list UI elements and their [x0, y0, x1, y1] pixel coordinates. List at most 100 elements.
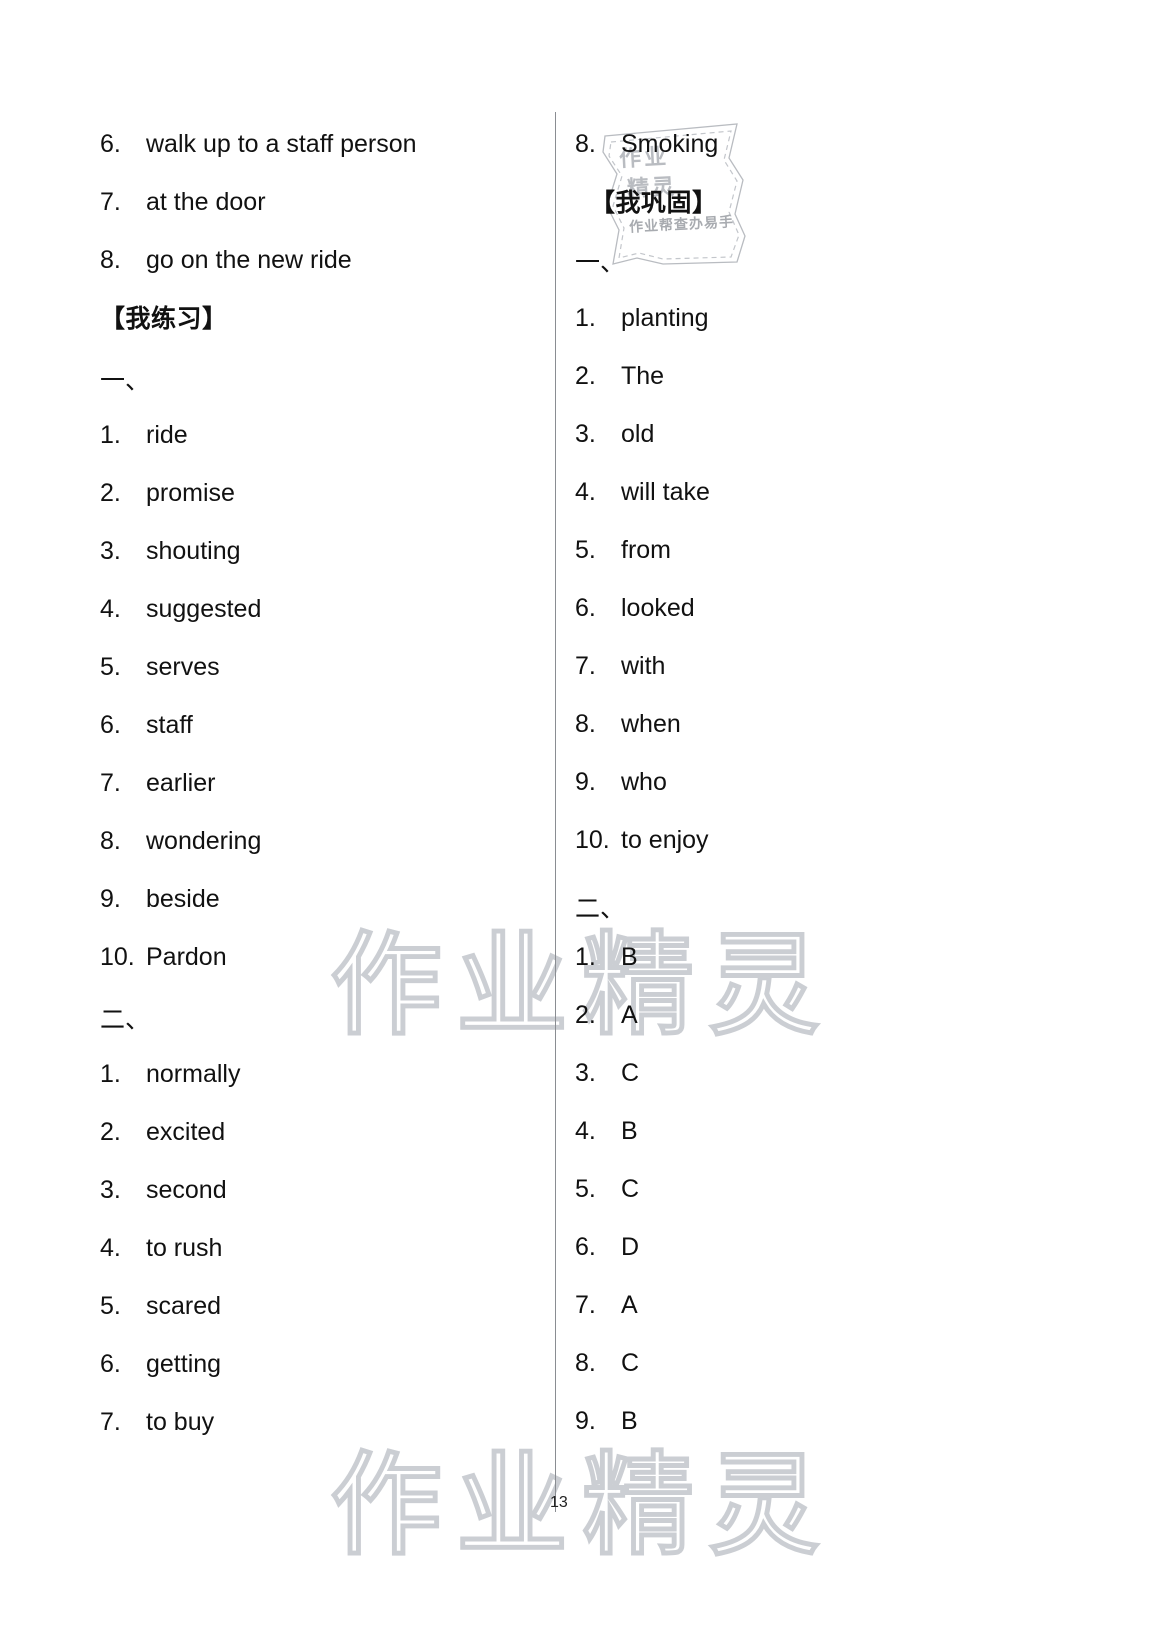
list-item: 3. second [100, 1178, 227, 1203]
list-item: 5. serves [100, 655, 220, 680]
list-item: 4. will take [575, 480, 710, 505]
item-number: 8. [575, 710, 596, 738]
list-item: 10. Pardon [100, 945, 227, 970]
item-number: 5. [575, 536, 596, 564]
item-text: scared [146, 1292, 222, 1320]
item-number: 6. [100, 1350, 121, 1378]
list-item: 7. at the door [100, 190, 266, 215]
subsection-label-two: 二、 [100, 1005, 151, 1034]
item-number: 8. [575, 130, 596, 158]
watermark-bottom: 作业精灵 [329, 1440, 834, 1571]
item-number: 3. [100, 1176, 121, 1204]
item-text: planting [621, 304, 709, 332]
list-item: 7. with [575, 654, 665, 679]
item-text: serves [146, 653, 220, 681]
item-number: 9. [575, 768, 596, 796]
list-item: 8. Smoking [575, 132, 718, 157]
item-text: to enjoy [621, 826, 709, 854]
item-text: beside [146, 885, 220, 913]
item-number: 9. [575, 1407, 596, 1435]
list-item: 1. normally [100, 1062, 240, 1087]
list-item: 7. A [575, 1293, 638, 1318]
item-number: 4. [100, 595, 121, 623]
item-text: old [621, 420, 655, 448]
list-item: 10. to enjoy [575, 828, 709, 853]
item-text: B [621, 1117, 638, 1145]
subsection-label-one: 一、 [575, 248, 626, 277]
item-text: ride [146, 421, 188, 449]
item-text: promise [146, 479, 235, 507]
item-text: suggested [146, 595, 262, 623]
list-item: 5. C [575, 1177, 639, 1202]
list-item: 4. suggested [100, 597, 261, 622]
list-item: 8. C [575, 1351, 639, 1376]
item-text: when [621, 710, 681, 738]
item-number: 7. [575, 1291, 596, 1319]
item-number: 2. [100, 1118, 121, 1146]
list-item: 8. when [575, 712, 681, 737]
item-text: earlier [146, 769, 216, 797]
subsection-label-two: 二、 [575, 894, 626, 923]
item-number: 5. [100, 1292, 121, 1320]
item-text: normally [146, 1060, 241, 1088]
item-number: 1. [575, 304, 596, 332]
section-heading-wogonggu: 【我巩固】 [590, 188, 718, 217]
item-number: 6. [575, 594, 596, 622]
item-text: Smoking [621, 130, 719, 158]
item-text: to buy [146, 1408, 215, 1436]
item-number: 7. [575, 652, 596, 680]
item-number: 2. [575, 362, 596, 390]
item-number: 1. [100, 421, 121, 449]
item-number: 9. [100, 885, 121, 913]
item-number: 4. [575, 1117, 596, 1145]
list-item: 6. looked [575, 596, 695, 621]
column-divider [555, 112, 556, 1512]
item-number: 2. [100, 479, 121, 507]
item-number: 7. [100, 769, 121, 797]
item-text: staff [146, 711, 193, 739]
list-item: 6. staff [100, 713, 193, 738]
item-text: looked [621, 594, 695, 622]
item-text: excited [146, 1118, 226, 1146]
page-number: 13 [550, 1494, 568, 1511]
list-item: 5. from [575, 538, 671, 563]
list-item: 6. walk up to a staff person [100, 132, 417, 157]
list-item: 9. beside [100, 887, 220, 912]
item-text: Pardon [146, 943, 227, 971]
list-item: 3. old [575, 422, 654, 447]
item-number: 8. [575, 1349, 596, 1377]
item-number: 5. [100, 653, 121, 681]
item-number: 3. [575, 420, 596, 448]
list-item: 6. D [575, 1235, 639, 1260]
list-item: 8. go on the new ride [100, 248, 352, 273]
item-text: to rush [146, 1234, 223, 1262]
item-number: 8. [100, 246, 121, 274]
item-text: A [621, 1001, 638, 1029]
item-number: 7. [100, 188, 121, 216]
item-number: 10. [575, 826, 610, 854]
answer-key-page: 作业精灵 作业精灵 作业 精灵 作业帮查办易手 6. walk up to a … [0, 0, 1150, 1626]
list-item: 7. earlier [100, 771, 215, 796]
list-item: 4. B [575, 1119, 638, 1144]
list-item: 1. B [575, 945, 638, 970]
item-text: A [621, 1291, 638, 1319]
item-text: from [621, 536, 671, 564]
item-text: who [621, 768, 667, 796]
item-text: second [146, 1176, 227, 1204]
item-number: 4. [100, 1234, 121, 1262]
item-number: 6. [100, 711, 121, 739]
item-text: wondering [146, 827, 262, 855]
item-number: 3. [575, 1059, 596, 1087]
list-item: 1. planting [575, 306, 709, 331]
item-number: 6. [100, 130, 121, 158]
item-text: The [621, 362, 665, 390]
list-item: 9. who [575, 770, 667, 795]
item-number: 10. [100, 943, 135, 971]
item-text: C [621, 1175, 640, 1203]
item-number: 7. [100, 1408, 121, 1436]
item-text: C [621, 1349, 640, 1377]
list-item: 2. promise [100, 481, 235, 506]
list-item: 8. wondering [100, 829, 261, 854]
item-number: 3. [100, 537, 121, 565]
list-item: 2. excited [100, 1120, 225, 1145]
